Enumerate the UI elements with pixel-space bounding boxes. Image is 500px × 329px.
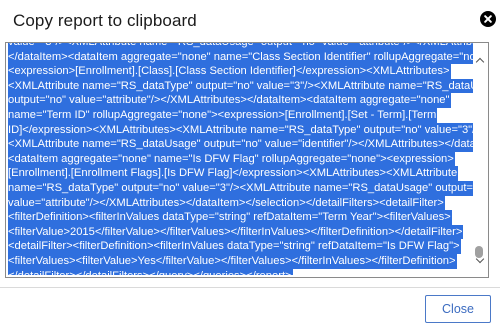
selected-text: name="RS_dataType" output="no" value="3"… (8, 180, 473, 196)
report-text-line: </dataItem><dataItem aggregate="none" na… (8, 49, 473, 65)
selected-text: value="attribute"/></XMLAttributes></dat… (8, 195, 445, 211)
selected-text: ID]</expression><XMLAttributes><XMLAttri… (8, 122, 473, 138)
vertical-scrollbar[interactable] (473, 44, 487, 276)
report-text-area[interactable]: value="3"/><XMLAttribute name="RS_dataUs… (5, 42, 489, 278)
chevron-down-icon[interactable] (473, 254, 487, 268)
selected-text: name="Term ID" rollupAggregate="none"><e… (8, 107, 438, 123)
report-text-line: <detailFilter><filterDefinition><filterI… (8, 239, 473, 254)
selected-text: value="3"/><XMLAttribute name="RS_dataUs… (8, 43, 473, 50)
report-text-line: <filterValue>2015</filterValue></filterV… (8, 224, 473, 240)
selected-text: </dataItem><dataItem aggregate="none" na… (8, 49, 473, 65)
chevron-up-icon[interactable] (473, 54, 487, 68)
selected-text: <XMLAttribute name="RS_dataUsage" output… (8, 137, 473, 152)
report-text-line: <dataItem aggregate="none" name="Is DFW … (8, 151, 473, 167)
selected-text: <dataItem aggregate="none" name="Is DFW … (8, 151, 455, 167)
report-text-line: [Enrollment].[Enrollment Flags].[Is DFW … (8, 166, 473, 181)
report-text-line: name="Term ID" rollupAggregate="none"><e… (8, 107, 473, 123)
report-text-line: name="RS_dataType" output="no" value="3"… (8, 180, 473, 196)
report-text-content[interactable]: value="3"/><XMLAttribute name="RS_dataUs… (8, 43, 473, 275)
selected-text: <filterValues><filterValue>Yes</filterVa… (8, 253, 457, 269)
selected-text: <XMLAttribute name="RS_dataType" output=… (8, 78, 473, 94)
report-text-line: output="no" value="attribute"/></XMLAttr… (8, 93, 473, 108)
close-icon[interactable] (480, 11, 496, 27)
report-text-line: <expression>[Enrollment].[Class].[Class … (8, 64, 473, 79)
report-text-line: ID]</expression><XMLAttributes><XMLAttri… (8, 122, 473, 138)
dialog-title: Copy report to clipboard (13, 11, 197, 30)
selected-text: <expression>[Enrollment].[Class].[Class … (8, 64, 451, 79)
report-text-line: <filterDefinition><filterInValues dataTy… (8, 210, 473, 225)
report-text-line: </detailFilter></detailFilters></query><… (8, 268, 473, 275)
report-text-line: value="3"/><XMLAttribute name="RS_dataUs… (8, 43, 473, 50)
report-text-line: value="attribute"/></XMLAttributes></dat… (8, 195, 473, 211)
selected-text: <detailFilter><filterDefinition><filterI… (8, 239, 461, 254)
report-text-line: <XMLAttribute name="RS_dataType" output=… (8, 78, 473, 94)
selected-text: </detailFilter></detailFilters></query><… (8, 268, 293, 275)
selected-text: <filterValue>2015</filterValue></filterV… (8, 224, 464, 240)
report-text-line: <filterValues><filterValue>Yes</filterVa… (8, 253, 473, 269)
footer-divider (0, 287, 500, 288)
copy-report-dialog: Copy report to clipboard value="3"/><XML… (0, 0, 500, 329)
report-text-line: <XMLAttribute name="RS_dataUsage" output… (8, 137, 473, 152)
selected-text: [Enrollment].[Enrollment Flags].[Is DFW … (8, 166, 459, 181)
close-button[interactable]: Close (425, 295, 491, 323)
selected-text: output="no" value="attribute"/></XMLAttr… (8, 93, 451, 108)
selected-text: <filterDefinition><filterInValues dataTy… (8, 210, 452, 225)
